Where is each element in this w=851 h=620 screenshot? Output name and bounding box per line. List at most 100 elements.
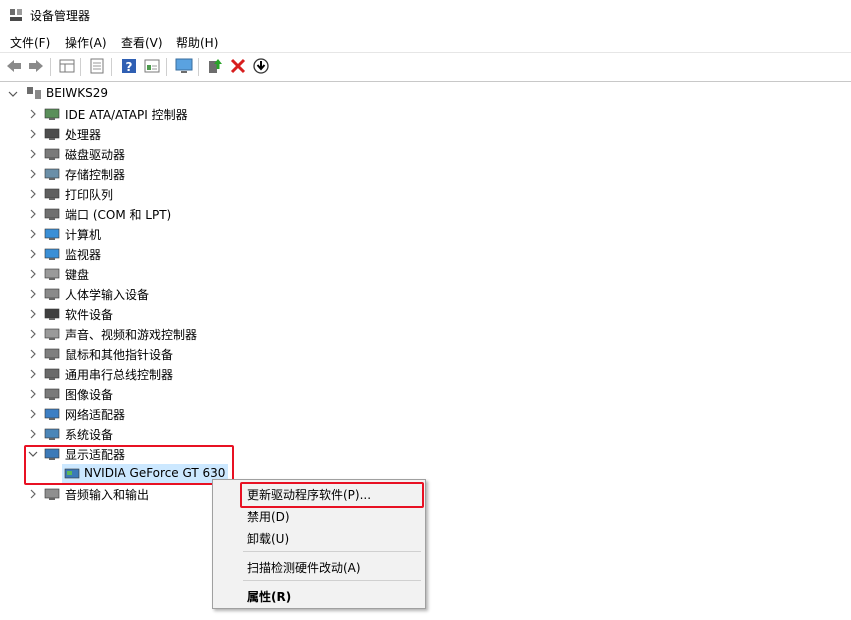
tree-item[interactable]: 图像设备 [0, 384, 300, 404]
storage-controller-icon [44, 168, 60, 180]
context-menu: 更新驱动程序软件(P)... 禁用(D) 卸载(U) 扫描检测硬件改动(A) 属… [212, 479, 426, 609]
chevron-right-icon[interactable] [28, 169, 38, 179]
tree-item[interactable]: 存储控制器 [0, 164, 300, 184]
help-icon[interactable]: ? [120, 57, 138, 75]
audio-io-icon [44, 488, 60, 500]
usb-icon [44, 368, 60, 380]
system-device-icon [44, 428, 60, 440]
chevron-right-icon[interactable] [28, 209, 38, 219]
window-title: 设备管理器 [30, 9, 91, 23]
menu-separator [243, 580, 421, 581]
tree-item[interactable]: 软件设备 [0, 304, 300, 324]
disk-drive-icon [44, 148, 60, 160]
imaging-device-icon [44, 388, 60, 400]
show-hide-icon[interactable] [88, 57, 106, 75]
hid-icon [44, 288, 60, 300]
tree-item-label: 端口 (COM 和 LPT) [65, 208, 172, 222]
tree-item-label: 计算机 [65, 228, 102, 242]
tree-item-label: 软件设备 [65, 308, 114, 322]
toolbar-separator [166, 58, 167, 76]
tree-item[interactable]: 磁盘驱动器 [0, 144, 300, 164]
scan-hardware-menu-item[interactable]: 扫描检测硬件改动(A) [247, 559, 361, 576]
menu-view[interactable]: 查看(V) [121, 34, 163, 51]
tree-item-label: 处理器 [65, 128, 102, 142]
svg-text:?: ? [126, 60, 133, 74]
ide-controller-icon [44, 108, 60, 120]
tree-item-label: 键盘 [65, 268, 90, 282]
back-icon[interactable] [5, 57, 23, 75]
chevron-right-icon[interactable] [28, 229, 38, 239]
tree-item-label: 系统设备 [65, 428, 114, 442]
tree-item-label: 鼠标和其他指针设备 [65, 348, 174, 362]
download-icon[interactable] [252, 57, 270, 75]
tree-item-label: 声音、视频和游戏控制器 [65, 328, 198, 342]
chevron-right-icon[interactable] [28, 389, 38, 399]
chevron-right-icon[interactable] [28, 289, 38, 299]
toolbar-separator [80, 58, 81, 76]
chevron-right-icon[interactable] [28, 129, 38, 139]
uninstall-icon[interactable] [229, 57, 247, 75]
update-driver-icon[interactable] [206, 57, 224, 75]
chevron-right-icon[interactable] [28, 369, 38, 379]
network-adapter-icon [44, 408, 60, 420]
keyboard-icon [44, 268, 60, 280]
tree-item-label: 存储控制器 [65, 168, 126, 182]
tree-item-label: 网络适配器 [65, 408, 126, 422]
tree-item[interactable]: 处理器 [0, 124, 300, 144]
software-device-icon [44, 308, 60, 320]
properties-menu-item[interactable]: 属性(R) [247, 588, 291, 605]
chevron-right-icon[interactable] [28, 329, 38, 339]
tree-item[interactable]: 计算机 [0, 224, 300, 244]
update-driver-menu-item[interactable]: 更新驱动程序软件(P)... [247, 486, 371, 503]
menu-action[interactable]: 操作(A) [65, 34, 107, 51]
tree-item[interactable]: 网络适配器 [0, 404, 300, 424]
tree-root-label: BEIWKS29 [46, 86, 108, 100]
tree-item[interactable]: 声音、视频和游戏控制器 [0, 324, 300, 344]
chevron-right-icon[interactable] [28, 349, 38, 359]
tree-item[interactable]: 键盘 [0, 264, 300, 284]
properties-grid-icon[interactable] [58, 57, 76, 75]
tree-item[interactable]: 系统设备 [0, 424, 300, 444]
computer-icon [44, 228, 60, 240]
toolbar-separator [111, 58, 112, 76]
toolbar-separator [198, 58, 199, 76]
toolbar-separator [50, 58, 51, 76]
chevron-right-icon[interactable] [28, 489, 38, 499]
chevron-right-icon[interactable] [28, 149, 38, 159]
menu-bar: 文件(F) 操作(A) 查看(V) 帮助(H) [0, 30, 851, 52]
tree-item-label: IDE ATA/ATAPI 控制器 [65, 108, 188, 122]
tree-root[interactable]: BEIWKS29 [0, 84, 300, 104]
monitor-icon [44, 248, 60, 260]
tree-item[interactable]: 打印队列 [0, 184, 300, 204]
tree-item[interactable]: IDE ATA/ATAPI 控制器 [0, 104, 300, 124]
port-icon [44, 208, 60, 220]
tree-item-label: 磁盘驱动器 [65, 148, 126, 162]
tree-item-label: 通用串行总线控制器 [65, 368, 174, 382]
scan-monitor-icon[interactable] [175, 57, 193, 75]
disable-menu-item[interactable]: 禁用(D) [247, 508, 290, 525]
menu-separator [243, 551, 421, 552]
chevron-right-icon[interactable] [28, 189, 38, 199]
tree-item[interactable]: 通用串行总线控制器 [0, 364, 300, 384]
processor-icon [44, 128, 60, 140]
chevron-right-icon[interactable] [28, 109, 38, 119]
tree-item-label: 监视器 [65, 248, 102, 262]
chevron-down-icon[interactable] [8, 89, 18, 99]
menu-file[interactable]: 文件(F) [10, 34, 50, 51]
chevron-right-icon[interactable] [28, 249, 38, 259]
chevron-right-icon[interactable] [28, 309, 38, 319]
print-queue-icon [44, 188, 60, 200]
uninstall-menu-item[interactable]: 卸载(U) [247, 530, 289, 547]
chevron-right-icon[interactable] [28, 429, 38, 439]
menu-help[interactable]: 帮助(H) [176, 34, 218, 51]
tree-item[interactable]: 端口 (COM 和 LPT) [0, 204, 300, 224]
forward-icon[interactable] [27, 57, 45, 75]
tree-item[interactable]: 鼠标和其他指针设备 [0, 344, 300, 364]
details-icon[interactable] [143, 57, 161, 75]
tree-item[interactable]: 人体学输入设备 [0, 284, 300, 304]
chevron-right-icon[interactable] [28, 409, 38, 419]
chevron-right-icon[interactable] [28, 269, 38, 279]
title-bar: 设备管理器 [0, 0, 851, 30]
tree-item-label: 图像设备 [65, 388, 114, 402]
tree-item[interactable]: 监视器 [0, 244, 300, 264]
